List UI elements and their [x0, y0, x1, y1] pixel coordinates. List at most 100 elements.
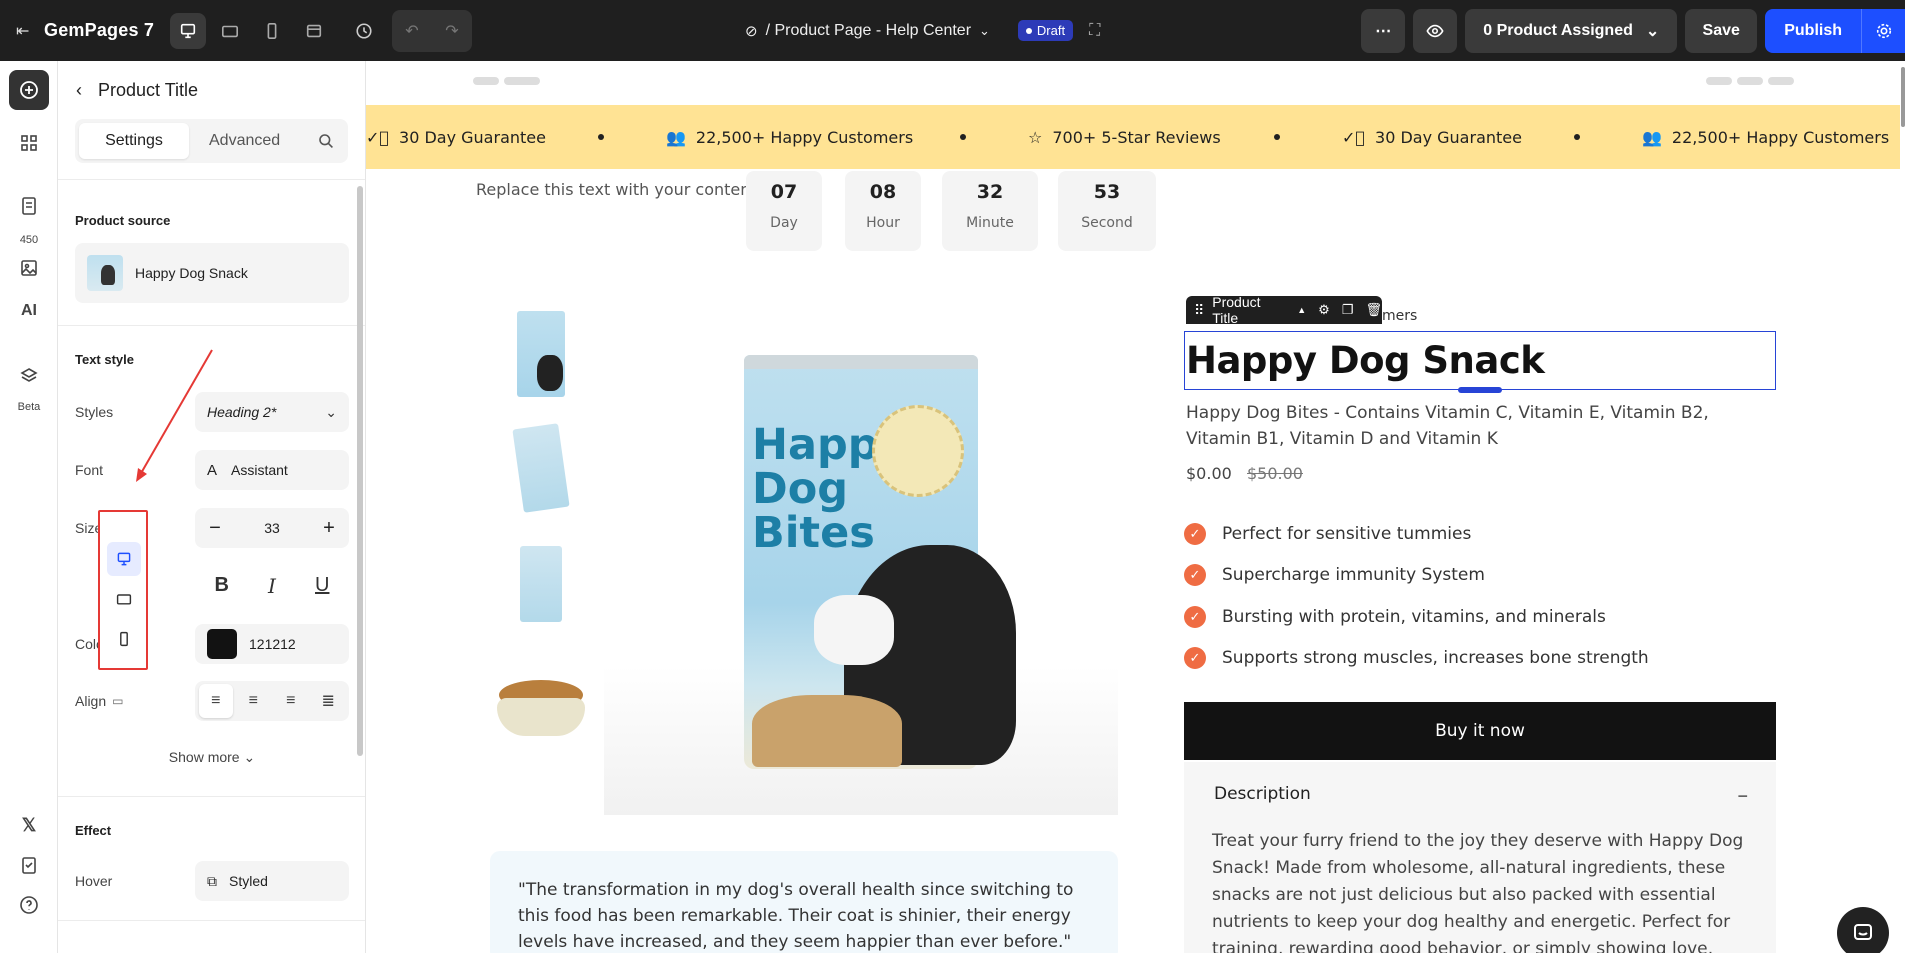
- page-name[interactable]: ⊘ / Product Page - Help Center ⌄ Draft ⛶: [745, 0, 1100, 61]
- product-title[interactable]: Happy Dog Snack: [1186, 339, 1545, 382]
- add-element-button[interactable]: [9, 70, 49, 110]
- feature-item[interactable]: ✓ Bursting with protein, vitamins, and mi…: [1184, 606, 1606, 628]
- exit-icon[interactable]: ⇤: [16, 21, 36, 41]
- tab-advanced[interactable]: Advanced: [195, 123, 294, 159]
- sections-button[interactable]: [9, 123, 49, 163]
- save-button[interactable]: Save: [1685, 8, 1758, 53]
- responsive-icon: [306, 24, 322, 37]
- back-icon[interactable]: ‹: [76, 80, 82, 101]
- preview-button[interactable]: [1413, 8, 1458, 53]
- ticker-item: ☆ 700+ 5-Star Reviews: [1028, 127, 1221, 147]
- redo-icon[interactable]: ↷: [432, 10, 472, 52]
- tasks-button[interactable]: [9, 845, 49, 885]
- panel-tabs: Settings Advanced: [75, 119, 348, 163]
- minus-icon[interactable]: −: [203, 517, 227, 540]
- compare-price[interactable]: $50.00: [1247, 464, 1303, 483]
- align-row: Align ▭ ≡ ≡ ≡ ≣: [75, 681, 349, 721]
- align-right-icon[interactable]: ≡: [274, 684, 308, 718]
- delete-icon[interactable]: 🗑: [1365, 302, 1382, 318]
- resize-handle[interactable]: [1458, 387, 1502, 393]
- selected-element-label[interactable]: Product Title: [1212, 294, 1289, 326]
- desktop-icon[interactable]: ▭: [112, 694, 123, 708]
- template-icon[interactable]: ⛶: [1089, 22, 1100, 40]
- more-options-button[interactable]: ⋯: [1361, 8, 1406, 53]
- align-left-icon[interactable]: ≡: [198, 684, 233, 718]
- show-more-button[interactable]: Show more ⌄: [58, 749, 365, 766]
- product-subtitle[interactable]: Happy Dog Bites - Contains Vitamin C, Vi…: [1186, 400, 1776, 452]
- product-thumbnail[interactable]: [490, 303, 592, 405]
- product-thumbnail: [87, 255, 123, 291]
- description-body: Treat your furry friend to the joy they …: [1212, 831, 1744, 953]
- countdown-hour: 08 Hour: [845, 171, 921, 251]
- ticker-item: ✓⃝ 30 Day Guarantee: [366, 127, 546, 147]
- canvas-scrollbar[interactable]: [1901, 67, 1905, 127]
- product-thumbnail[interactable]: [490, 417, 592, 519]
- font-row: Font A Assistant: [75, 450, 349, 490]
- styles-select[interactable]: Heading 2* ⌄: [195, 392, 349, 432]
- collapse-icon[interactable]: −: [1737, 786, 1748, 807]
- feature-item[interactable]: ✓ Supercharge immunity System: [1184, 564, 1485, 586]
- desktop-view-button[interactable]: [170, 12, 206, 49]
- product-main-image[interactable]: Happy Dog Bites: [604, 317, 1118, 815]
- placeholder-text[interactable]: Replace this text with your content: [476, 180, 757, 199]
- image-library-button[interactable]: [9, 251, 49, 285]
- size-value[interactable]: 33: [264, 520, 280, 536]
- product-source-picker[interactable]: Happy Dog Snack: [75, 243, 349, 303]
- ellipsis-icon: ⋯: [1375, 22, 1392, 40]
- feature-item[interactable]: ✓ Perfect for sensitive tummies: [1184, 523, 1471, 545]
- tablet-view-button[interactable]: [212, 13, 248, 49]
- ai-button[interactable]: AI: [9, 291, 49, 331]
- help-button[interactable]: [9, 885, 49, 925]
- responsive-view-button[interactable]: [296, 13, 332, 49]
- publish-button[interactable]: Publish: [1765, 8, 1861, 53]
- checklist-icon: [22, 857, 36, 874]
- size-stepper[interactable]: − 33 +: [195, 508, 349, 548]
- desktop-size-option[interactable]: [107, 542, 141, 576]
- plus-icon[interactable]: +: [317, 517, 341, 540]
- color-picker[interactable]: 121212: [195, 624, 349, 664]
- product-thumbnail[interactable]: [490, 655, 592, 757]
- hover-select[interactable]: ⧉ Styled: [195, 861, 349, 901]
- tab-settings[interactable]: Settings: [79, 123, 189, 159]
- testimonial-quote[interactable]: "The transformation in my dog's overall …: [490, 851, 1118, 953]
- align-center-icon[interactable]: ≡: [236, 684, 270, 718]
- ticker-item: 👥 22,500+ Happy Customers: [666, 127, 914, 147]
- font-select[interactable]: A Assistant: [195, 450, 349, 490]
- buy-now-button[interactable]: Buy it now: [1184, 702, 1776, 760]
- gear-icon: [1876, 23, 1891, 38]
- product-thumbnail[interactable]: [490, 533, 592, 635]
- page-canvas[interactable]: ✓⃝ 30 Day Guarantee 👥 22,500+ Happy Custom…: [366, 61, 1905, 953]
- pages-button[interactable]: [9, 186, 49, 226]
- duplicate-icon[interactable]: ❐: [1342, 302, 1354, 318]
- layers-button[interactable]: [9, 356, 49, 396]
- search-icon[interactable]: [308, 123, 344, 159]
- ticker-item: 👥 22,500+ Happy Customers: [1642, 127, 1890, 147]
- check-badge-icon: ✓⃝: [1342, 127, 1366, 147]
- panel-scrollbar[interactable]: [357, 186, 363, 756]
- product-assigned-label: 0 Product Assigned: [1483, 21, 1633, 39]
- check-icon: ✓: [1184, 647, 1206, 669]
- align-justify-icon[interactable]: ≣: [311, 684, 345, 718]
- underline-icon[interactable]: U: [315, 574, 329, 598]
- history-icon[interactable]: [346, 13, 382, 49]
- feature-item[interactable]: ✓ Supports strong muscles, increases bone…: [1184, 647, 1649, 669]
- undo-icon[interactable]: ↶: [392, 10, 432, 52]
- drag-handle-icon[interactable]: ⠿: [1194, 302, 1204, 319]
- help-icon: [20, 896, 38, 914]
- bold-icon[interactable]: B: [215, 574, 229, 598]
- color-swatch[interactable]: [207, 629, 237, 659]
- product-assigned-dropdown[interactable]: 0 Product Assigned ⌄: [1465, 8, 1678, 53]
- mobile-view-button[interactable]: [254, 13, 290, 49]
- product-price[interactable]: $0.00: [1186, 464, 1232, 483]
- italic-icon[interactable]: I: [268, 574, 276, 598]
- publish-settings-button[interactable]: [1861, 8, 1905, 53]
- color-value[interactable]: 121212: [249, 636, 296, 652]
- tablet-size-option[interactable]: [107, 582, 141, 616]
- ai-edit-icon[interactable]: ⚙: [1318, 302, 1330, 318]
- x-button[interactable]: 𝕏: [9, 805, 49, 845]
- caret-up-icon[interactable]: ▲: [1297, 305, 1306, 315]
- effect-label: Effect: [75, 823, 112, 838]
- chat-launcher[interactable]: [1837, 907, 1889, 953]
- description-title[interactable]: Description: [1214, 784, 1311, 804]
- mobile-size-option[interactable]: [107, 622, 141, 656]
